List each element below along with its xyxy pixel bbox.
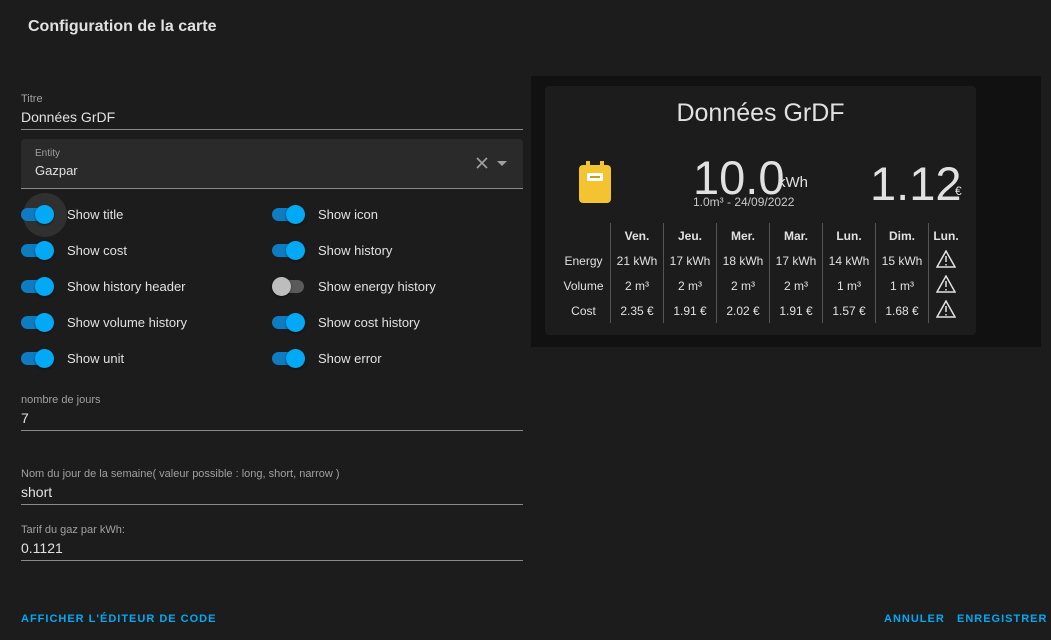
toggle-label: Show history xyxy=(318,242,393,258)
day-header: Mar. xyxy=(769,223,823,248)
toggle-label: Show title xyxy=(67,206,124,222)
table-cell: 2 m³ xyxy=(716,273,770,298)
toggle-show-history-header[interactable]: Show history header xyxy=(21,275,186,297)
table-cell: 2 m³ xyxy=(769,273,823,298)
days-count-value[interactable]: 7 xyxy=(21,410,523,430)
table-cell: 15 kWh xyxy=(875,248,929,273)
chevron-down-icon[interactable] xyxy=(497,161,507,166)
toggle-show-cost[interactable]: Show cost xyxy=(21,239,127,261)
toggle-show-icon[interactable]: Show icon xyxy=(272,203,378,225)
table-cell: 1 m³ xyxy=(875,273,929,298)
card-title: Données GrDF xyxy=(676,99,845,127)
table-cell: 2.35 € xyxy=(610,298,664,323)
cancel-button[interactable]: ANNULER xyxy=(884,613,945,625)
history-table: Ven. Jeu. Mer. Mar. Lun. Dim. Lun. Energ… xyxy=(557,223,963,323)
gas-price-field[interactable]: Tarif du gaz par kWh: 0.1121 xyxy=(21,524,523,561)
table-cell: 17 kWh xyxy=(663,248,717,273)
title-field-value[interactable]: Données GrDF xyxy=(21,109,523,129)
gas-meter-icon xyxy=(579,161,611,203)
toggle-label: Show error xyxy=(318,350,382,366)
table-cell: 2 m³ xyxy=(663,273,717,298)
row-label: Volume xyxy=(563,278,604,293)
table-cell: 2 m³ xyxy=(610,273,664,298)
day-header: Mer. xyxy=(716,223,770,248)
toggle-label: Show history header xyxy=(67,278,186,294)
day-header: Jeu. xyxy=(663,223,717,248)
days-count-label: nombre de jours xyxy=(21,394,101,406)
day-name-format-field[interactable]: Nom du jour de la semaine( valeur possib… xyxy=(21,468,523,505)
cost-unit: € xyxy=(955,184,962,198)
toggle-show-cost-history[interactable]: Show cost history xyxy=(272,311,420,333)
toggle-label: Show unit xyxy=(67,350,125,366)
row-label: Cost xyxy=(571,303,596,318)
save-button[interactable]: ENREGISTRER xyxy=(957,613,1047,625)
clear-icon[interactable] xyxy=(475,156,489,170)
day-header: Lun. xyxy=(822,223,876,248)
table-cell: 18 kWh xyxy=(716,248,770,273)
toggle-label: Show cost xyxy=(67,242,127,258)
title-field-label: Titre xyxy=(21,93,43,105)
row-label: Energy xyxy=(564,253,603,268)
title-field[interactable]: Titre Données GrDF xyxy=(21,93,523,130)
day-header: Lun. xyxy=(928,223,963,248)
table-cell: 1.57 € xyxy=(822,298,876,323)
dialog-title: Configuration de la carte xyxy=(28,18,217,35)
table-cell: 21 kWh xyxy=(610,248,664,273)
toggle-show-volume-history[interactable]: Show volume history xyxy=(21,311,187,333)
toggle-label: Show cost history xyxy=(318,314,420,330)
table-cell: 1.91 € xyxy=(769,298,823,323)
days-count-field[interactable]: nombre de jours 7 xyxy=(21,394,523,431)
volume-date-subtitle: 1.0m³ - 24/09/2022 xyxy=(693,195,795,209)
gazpar-card: Données GrDF 10.0 kWh 1.0m³ - 24/09/2022… xyxy=(545,86,976,335)
entity-value[interactable]: Gazpar xyxy=(35,163,78,178)
show-code-editor-button[interactable]: AFFICHER L'ÉDITEUR DE CODE xyxy=(21,613,216,625)
toggle-label: Show volume history xyxy=(67,314,187,330)
toggle-show-error[interactable]: Show error xyxy=(272,347,382,369)
table-cell: 2.02 € xyxy=(716,298,770,323)
table-cell: 1 m³ xyxy=(822,273,876,298)
toggle-show-history[interactable]: Show history xyxy=(272,239,392,261)
day-name-format-value[interactable]: short xyxy=(21,484,523,504)
table-cell: 1.68 € xyxy=(875,298,929,323)
day-name-format-label: Nom du jour de la semaine( valeur possib… xyxy=(21,468,340,480)
gas-price-value[interactable]: 0.1121 xyxy=(21,540,523,560)
history-row-cost: Cost 2.35 € 1.91 € 2.02 € 1.91 € 1.57 € … xyxy=(557,298,963,323)
table-cell: 1.91 € xyxy=(663,298,717,323)
energy-unit: kWh xyxy=(778,174,808,191)
alert-icon xyxy=(935,299,957,318)
gas-price-label: Tarif du gaz par kWh: xyxy=(21,524,125,536)
table-cell: 14 kWh xyxy=(822,248,876,273)
alert-icon xyxy=(935,274,957,293)
toggle-show-unit[interactable]: Show unit xyxy=(21,347,124,369)
day-header: Ven. xyxy=(610,223,664,248)
toggle-label: Show energy history xyxy=(318,278,436,294)
toggle-label: Show icon xyxy=(318,206,378,222)
history-row-energy: Energy 21 kWh 17 kWh 18 kWh 17 kWh 14 kW… xyxy=(557,248,963,273)
cost-value: 1.12 xyxy=(870,157,962,210)
day-header: Dim. xyxy=(875,223,929,248)
toggle-show-title[interactable]: Show title xyxy=(21,193,124,237)
toggle-show-energy-history[interactable]: Show energy history xyxy=(272,275,436,297)
alert-icon xyxy=(935,249,957,268)
history-row-volume: Volume 2 m³ 2 m³ 2 m³ 2 m³ 1 m³ 1 m³ xyxy=(557,273,963,298)
table-cell: 17 kWh xyxy=(769,248,823,273)
history-header-row: Ven. Jeu. Mer. Mar. Lun. Dim. Lun. xyxy=(557,223,963,248)
entity-picker[interactable]: Entity Gazpar xyxy=(21,139,523,189)
entity-label: Entity xyxy=(35,148,61,159)
